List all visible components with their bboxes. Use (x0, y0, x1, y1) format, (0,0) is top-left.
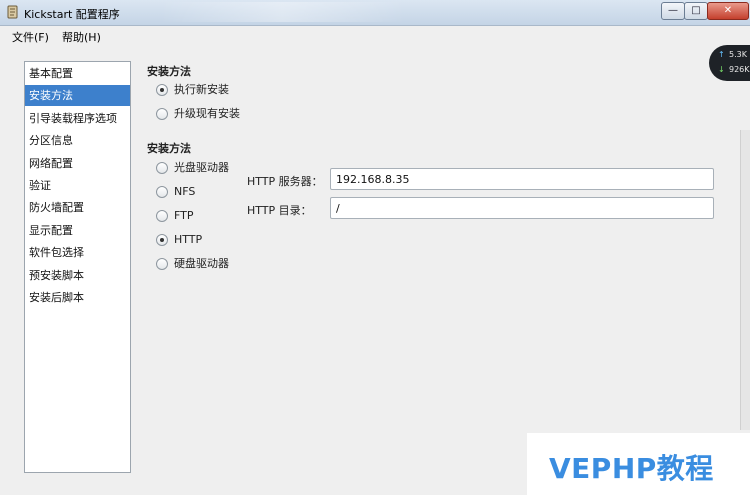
radio-label: 执行新安装 (174, 83, 229, 96)
http-dir-label: HTTP 目录： (247, 204, 312, 217)
app-window: Kickstart 配置程序 — □ ✕ 文件(F) 帮助(H) 基本配置 安装方… (0, 0, 750, 495)
title-bar[interactable]: Kickstart 配置程序 — □ ✕ (0, 0, 750, 26)
title-bar-decoration (160, 2, 405, 22)
sidebar-item[interactable]: 网络配置 (25, 153, 130, 174)
download-speed: 926K (729, 65, 750, 74)
sidebar-item[interactable]: 基本配置 (25, 63, 130, 84)
sidebar-item[interactable]: 安装后脚本 (25, 287, 130, 308)
radio-indicator[interactable] (156, 84, 168, 96)
radio-indicator[interactable] (156, 186, 168, 198)
window-title: Kickstart 配置程序 (24, 8, 120, 21)
radio-indicator[interactable] (156, 234, 168, 246)
http-dir-input[interactable] (330, 197, 714, 219)
radio-indicator[interactable] (156, 258, 168, 270)
sidebar-item[interactable]: 软件包选择 (25, 242, 130, 263)
radio-label: HTTP (174, 233, 203, 246)
download-arrow-icon: ↓ (718, 65, 725, 74)
sidebar-item[interactable]: 分区信息 (25, 130, 130, 151)
network-speed-widget[interactable]: ↑ 5.3K ↓ 926K (709, 45, 750, 81)
upload-speed: 5.3K (729, 50, 747, 59)
watermark: VEPHP教程 (527, 433, 750, 495)
radio-indicator[interactable] (156, 108, 168, 120)
radio-label: 升级现有安装 (174, 107, 240, 120)
close-button[interactable]: ✕ (707, 2, 749, 20)
side-scroll-strip[interactable] (740, 130, 750, 430)
radio-label: 硬盘驱动器 (174, 257, 229, 270)
sidebar-item[interactable]: 安装方法 (25, 85, 130, 107)
sidebar-item[interactable]: 显示配置 (25, 220, 130, 241)
sidebar-item[interactable]: 预安装脚本 (25, 265, 130, 286)
sidebar-item[interactable]: 验证 (25, 175, 130, 196)
radio-label: FTP (174, 209, 194, 222)
radio-label: 光盘驱动器 (174, 161, 229, 174)
sidebar-item[interactable]: 防火墙配置 (25, 197, 130, 218)
radio-indicator[interactable] (156, 162, 168, 174)
install-method-title: 安装方法 (147, 142, 191, 155)
http-server-input[interactable] (330, 168, 714, 190)
install-type-title: 安装方法 (147, 65, 191, 78)
http-server-label: HTTP 服务器： (247, 175, 323, 188)
watermark-text: VEPHP教程 (549, 452, 714, 485)
menu-file[interactable]: 文件(F) (12, 29, 49, 45)
radio-indicator[interactable] (156, 210, 168, 222)
app-icon (7, 5, 18, 19)
menu-help[interactable]: 帮助(H) (62, 29, 101, 45)
upload-arrow-icon: ↑ (718, 50, 725, 59)
menu-bar: 文件(F) 帮助(H) (0, 26, 750, 46)
radio-label: NFS (174, 185, 196, 198)
minimize-button[interactable]: — (661, 2, 685, 20)
sidebar-nav: 基本配置 安装方法 引导装载程序选项 分区信息 网络配置 验证 防火墙配置 显示配置 软件包选择… (24, 61, 131, 473)
maximize-button[interactable]: □ (684, 2, 708, 20)
sidebar-item[interactable]: 引导装载程序选项 (25, 108, 130, 129)
